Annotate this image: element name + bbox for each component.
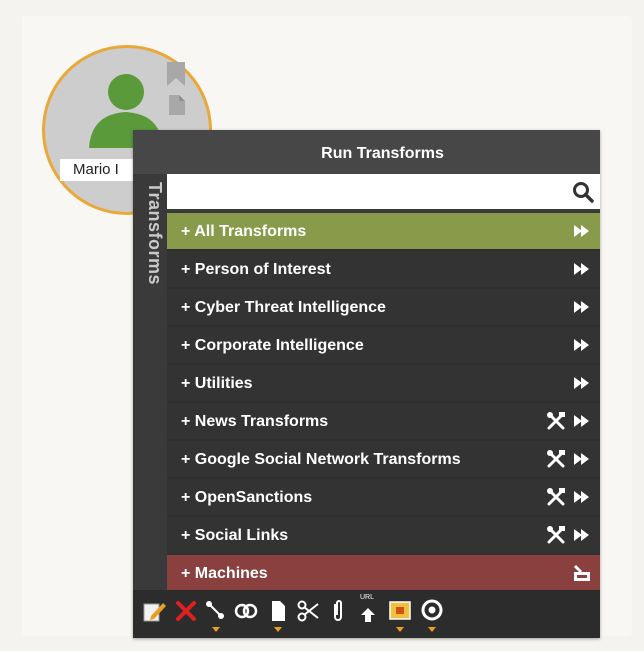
- search-icon[interactable]: [572, 181, 594, 203]
- tools-icon[interactable]: [546, 412, 566, 430]
- tools-icon[interactable]: [546, 450, 566, 468]
- menu-title: Run Transforms: [133, 130, 600, 174]
- transform-set-social-links[interactable]: + Social Links: [167, 517, 600, 555]
- transform-set-label: + Google Social Network Transforms: [181, 451, 461, 468]
- search-input[interactable]: [167, 174, 557, 209]
- url-badge: URL: [360, 594, 375, 601]
- link-icon[interactable]: [203, 598, 229, 632]
- cut-icon[interactable]: [295, 598, 321, 624]
- transform-set-label: + Corporate Intelligence: [181, 337, 364, 354]
- dropdown-caret[interactable]: [428, 627, 436, 632]
- url-upload-glyph: [361, 608, 375, 622]
- transform-set-all-transforms[interactable]: + All Transforms: [167, 213, 600, 251]
- transform-set-label: + Utilities: [181, 375, 253, 392]
- run-all-icon[interactable]: [574, 491, 590, 503]
- run-all-icon[interactable]: [574, 263, 590, 275]
- delete-icon[interactable]: [173, 598, 199, 624]
- transform-set-corporate-intelligence[interactable]: + Corporate Intelligence: [167, 327, 600, 365]
- transform-set-label: + Person of Interest: [181, 261, 331, 278]
- copy-icon[interactable]: [265, 598, 291, 632]
- transform-set-opensanctions[interactable]: + OpenSanctions: [167, 479, 600, 517]
- run-transforms-menu: Run Transforms Transforms + All Transfor…: [133, 130, 600, 638]
- transform-list: + All Transforms + Person of Interest + …: [167, 213, 600, 591]
- run-all-icon[interactable]: [574, 225, 590, 237]
- tools-icon[interactable]: [546, 526, 566, 544]
- screenshot-glyph: [389, 601, 411, 620]
- transform-set-label: + OpenSanctions: [181, 489, 313, 506]
- dropdown-caret[interactable]: [396, 627, 404, 632]
- transform-set-label: + Social Links: [181, 527, 289, 544]
- transform-set-google-social-network-transforms[interactable]: + Google Social Network Transforms: [167, 441, 600, 479]
- transforms-side-tab[interactable]: Transforms: [133, 174, 167, 590]
- run-all-icon[interactable]: [574, 377, 590, 389]
- link-glyph: [206, 601, 224, 619]
- transform-set-label: + All Transforms: [181, 223, 307, 240]
- copy-glyph: [272, 601, 285, 621]
- run-all-icon[interactable]: [574, 339, 590, 351]
- bookmark-icon[interactable]: [167, 62, 185, 86]
- dropdown-caret[interactable]: [212, 627, 220, 632]
- transform-set-person-of-interest[interactable]: + Person of Interest: [167, 251, 600, 289]
- screenshot-icon[interactable]: [387, 598, 413, 632]
- transform-set-utilities[interactable]: + Utilities: [167, 365, 600, 403]
- transform-set-news-transforms[interactable]: + News Transforms: [167, 403, 600, 441]
- transform-set-label: + Cyber Threat Intelligence: [181, 299, 386, 316]
- run-all-icon[interactable]: [574, 415, 590, 427]
- machines-item[interactable]: + Machines: [167, 555, 600, 591]
- machines-label: + Machines: [181, 565, 268, 582]
- side-tab-label: Transforms: [145, 182, 165, 286]
- transform-set-label: + News Transforms: [181, 413, 329, 430]
- run-all-icon[interactable]: [574, 529, 590, 541]
- attach-icon[interactable]: [325, 598, 351, 624]
- run-all-icon[interactable]: [574, 453, 590, 465]
- machine-icon[interactable]: [572, 563, 592, 583]
- search-bar: [167, 174, 600, 211]
- run-all-icon[interactable]: [574, 301, 590, 313]
- edit-icon[interactable]: [141, 598, 167, 624]
- url-upload-icon[interactable]: URL: [355, 594, 381, 624]
- dropdown-caret[interactable]: [274, 627, 282, 632]
- bottom-toolbar: URL: [133, 590, 600, 638]
- document-icon[interactable]: [169, 95, 185, 115]
- merge-icon[interactable]: [233, 598, 259, 624]
- maltego-icon[interactable]: [419, 598, 445, 632]
- entity-label: Mario I: [60, 159, 140, 181]
- maltego-glyph: [421, 599, 443, 621]
- transform-set-cyber-threat-intelligence[interactable]: + Cyber Threat Intelligence: [167, 289, 600, 327]
- tools-icon[interactable]: [546, 488, 566, 506]
